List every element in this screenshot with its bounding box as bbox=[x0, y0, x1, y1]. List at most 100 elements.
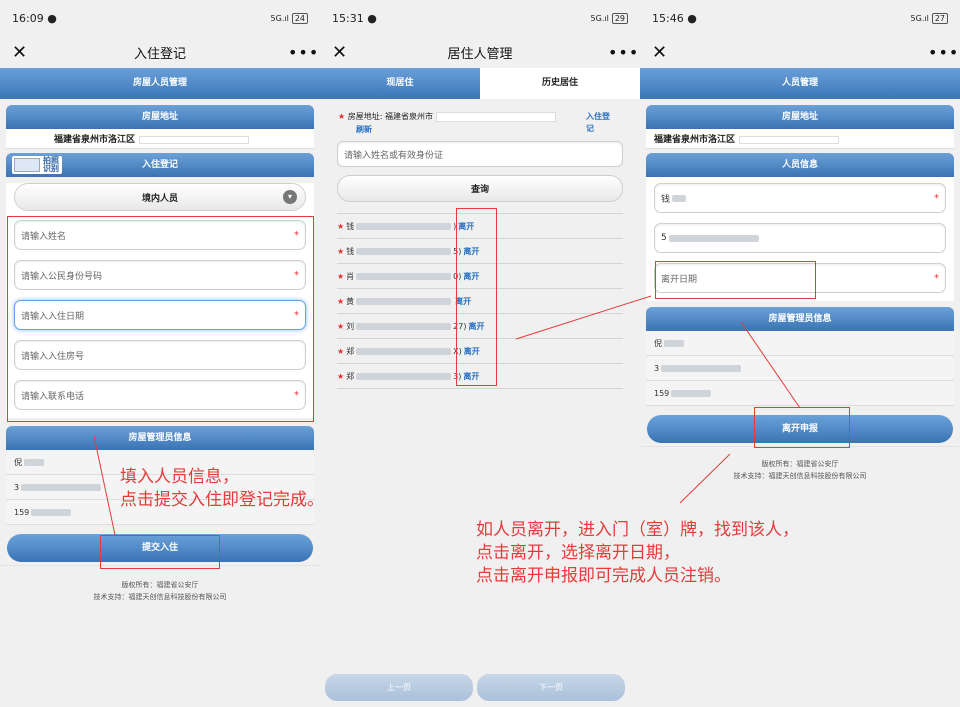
resident-id-tail: 27) bbox=[453, 321, 467, 331]
leave-link[interactable]: 离开 bbox=[463, 371, 479, 382]
person-id-input[interactable]: 5 bbox=[654, 223, 946, 253]
more-icon[interactable]: ••• bbox=[928, 43, 958, 62]
annotation-left: 填入人员信息， 点击提交入住即登记完成。 bbox=[120, 466, 324, 512]
required-icon: * bbox=[934, 272, 939, 284]
annotation-right: 如人员离开，进入门（室）牌，找到该人， 点击离开，选择离开日期， 点击离开申报即… bbox=[476, 519, 799, 588]
search-button[interactable]: 查询 bbox=[337, 175, 623, 202]
signal-icon: 5G.ıl bbox=[590, 13, 609, 23]
person-type-select[interactable]: 境内人员 ▾ bbox=[14, 183, 306, 211]
header-bar: 人员管理 bbox=[640, 68, 960, 99]
close-icon[interactable]: ✕ bbox=[12, 42, 32, 63]
room-number-input[interactable]: 请输入入住房号 bbox=[14, 340, 306, 370]
required-icon: * bbox=[294, 309, 299, 321]
page-title: 入住登记 bbox=[133, 46, 186, 62]
resident-name: 黄 bbox=[346, 296, 355, 306]
resident-name: 钱 bbox=[346, 246, 355, 256]
person-form: 钱 * 5 离开日期 * bbox=[646, 177, 954, 301]
leave-link[interactable]: 离开 bbox=[464, 346, 480, 357]
list-item: ★ 钱) 离开 bbox=[337, 214, 623, 239]
leave-submit-button[interactable]: 离开申报 bbox=[647, 415, 953, 443]
leave-link[interactable]: 离开 bbox=[463, 246, 479, 257]
chevron-down-icon: ▾ bbox=[283, 190, 297, 204]
checkin-header-label: 入住登记 bbox=[141, 160, 178, 170]
signal-icon: 5G.ıl bbox=[270, 13, 289, 23]
manager-phone: 159 bbox=[646, 381, 954, 406]
required-icon: ★ bbox=[337, 221, 345, 231]
checkin-screen: 16:09 ● 5G.ıl 24 ✕ 入住登记 ••• 房屋人员管理 房屋地址 福… bbox=[0, 0, 320, 707]
resident-id-tail: ) bbox=[453, 221, 457, 231]
title-bar: ✕ 入住登记 ••• bbox=[0, 36, 320, 68]
refresh-link[interactable]: 刷新 bbox=[356, 124, 372, 135]
person-name-input[interactable]: 钱 * bbox=[654, 183, 946, 213]
search-input[interactable]: 请输入姓名或有效身份证 bbox=[337, 141, 623, 167]
status-bar: 15:46 ● 5G.ıl 27 bbox=[640, 0, 960, 36]
title-bar: ✕ ••• bbox=[640, 36, 960, 68]
tab-history[interactable]: 历史居住 bbox=[480, 68, 640, 99]
leave-date-input[interactable]: 离开日期 * bbox=[654, 263, 946, 293]
status-bar: 15:31 ● 5G.ıl 29 bbox=[320, 0, 640, 36]
required-icon: * bbox=[934, 192, 939, 204]
tab-current[interactable]: 现居住 bbox=[320, 68, 480, 99]
tab-bar: 现居住 历史居住 bbox=[320, 68, 640, 99]
leave-link[interactable]: 离开 bbox=[458, 221, 474, 232]
manager-header: 房屋管理员信息 bbox=[646, 307, 954, 331]
address-text: 福建省泉州市洛江区 bbox=[54, 135, 136, 145]
person-type-value: 境内人员 bbox=[141, 193, 178, 204]
resident-name: 郑 bbox=[346, 371, 355, 381]
copyright-text: 版权所有：福建省公安厅 bbox=[761, 460, 839, 468]
search-button-label: 查询 bbox=[470, 185, 489, 195]
submit-checkin-button[interactable]: 提交入住 bbox=[7, 534, 313, 562]
list-item: ★ 肖 0) 离开 bbox=[337, 264, 623, 289]
close-icon[interactable]: ✕ bbox=[332, 42, 352, 63]
status-time: 15:31 bbox=[332, 11, 364, 25]
address-value: 福建省泉州市洛江区 bbox=[6, 129, 314, 149]
id-placeholder: 请输入公民身份号码 bbox=[21, 271, 103, 282]
address-label: 房屋地址: 福建省泉州市 bbox=[347, 112, 433, 121]
chat-icon: ● bbox=[47, 11, 57, 25]
required-icon: * bbox=[294, 269, 299, 281]
resident-name: 肖 bbox=[346, 271, 355, 281]
next-page-button[interactable]: 下一页 bbox=[477, 674, 625, 701]
checkin-header: 拍照识别 入住登记 bbox=[6, 153, 314, 177]
required-icon: ★ bbox=[337, 246, 345, 256]
support-text: 技术支持：福建天创信息科技股份有限公司 bbox=[733, 472, 867, 480]
resident-id-tail: 3) bbox=[453, 371, 462, 381]
checkin-link[interactable]: 入住登记 bbox=[586, 111, 616, 135]
person-name-value: 钱 bbox=[661, 194, 671, 205]
resident-name: 刘 bbox=[346, 321, 355, 331]
name-input[interactable]: 请输入姓名 * bbox=[14, 220, 306, 250]
more-icon[interactable]: ••• bbox=[608, 43, 638, 62]
checkin-form: 境内人员 ▾ 请输入姓名 * 请输入公民身份号码 * 请输入入住日期 * 请输入入住房… bbox=[6, 183, 314, 418]
photo-id-label: 拍照识别 bbox=[43, 156, 59, 173]
annotation-right-line2: 点击离开，选择离开日期， bbox=[476, 543, 680, 563]
prev-page-button[interactable]: 上一页 bbox=[325, 674, 473, 701]
phone-input[interactable]: 请输入联系电话 * bbox=[14, 380, 306, 410]
leave-link[interactable]: 离开 bbox=[463, 271, 479, 282]
title-bar: ✕ 居住人管理 ••• bbox=[320, 36, 640, 68]
required-icon: ★ bbox=[337, 346, 345, 356]
resident-id-tail: 0) bbox=[453, 271, 462, 281]
required-icon: ★ bbox=[337, 296, 345, 306]
photo-id-button[interactable]: 拍照识别 bbox=[12, 156, 62, 174]
annotation-left-line2: 点击提交入住即登记完成。 bbox=[120, 490, 324, 510]
more-icon[interactable]: ••• bbox=[288, 43, 318, 62]
signal-icon: 5G.ıl bbox=[910, 13, 929, 23]
resident-id-tail: 5) bbox=[453, 246, 462, 256]
id-number-input[interactable]: 请输入公民身份号码 * bbox=[14, 260, 306, 290]
battery-icon: 27 bbox=[931, 12, 948, 24]
phone-placeholder: 请输入联系电话 bbox=[21, 391, 85, 402]
resident-name: 郑 bbox=[346, 346, 355, 356]
person-management-screen: 15:46 ● 5G.ıl 27 ✕ ••• 人员管理 房屋地址 福建省泉州市洛江… bbox=[640, 0, 960, 707]
manager-phone-text: 159 bbox=[14, 508, 30, 517]
chat-icon: ● bbox=[687, 11, 697, 25]
required-icon: * bbox=[294, 389, 299, 401]
list-item: ★ 郑 3) 离开 bbox=[337, 364, 623, 389]
manager-phone-text: 159 bbox=[654, 389, 670, 398]
manager-id-text: 3 bbox=[14, 483, 20, 492]
leave-link[interactable]: 离开 bbox=[455, 296, 471, 307]
chat-icon: ● bbox=[367, 11, 377, 25]
checkin-date-input[interactable]: 请输入入住日期 * bbox=[14, 300, 306, 330]
leave-link[interactable]: 离开 bbox=[468, 321, 484, 332]
close-icon[interactable]: ✕ bbox=[652, 42, 672, 63]
address-text: 福建省泉州市洛江区 bbox=[654, 135, 736, 145]
